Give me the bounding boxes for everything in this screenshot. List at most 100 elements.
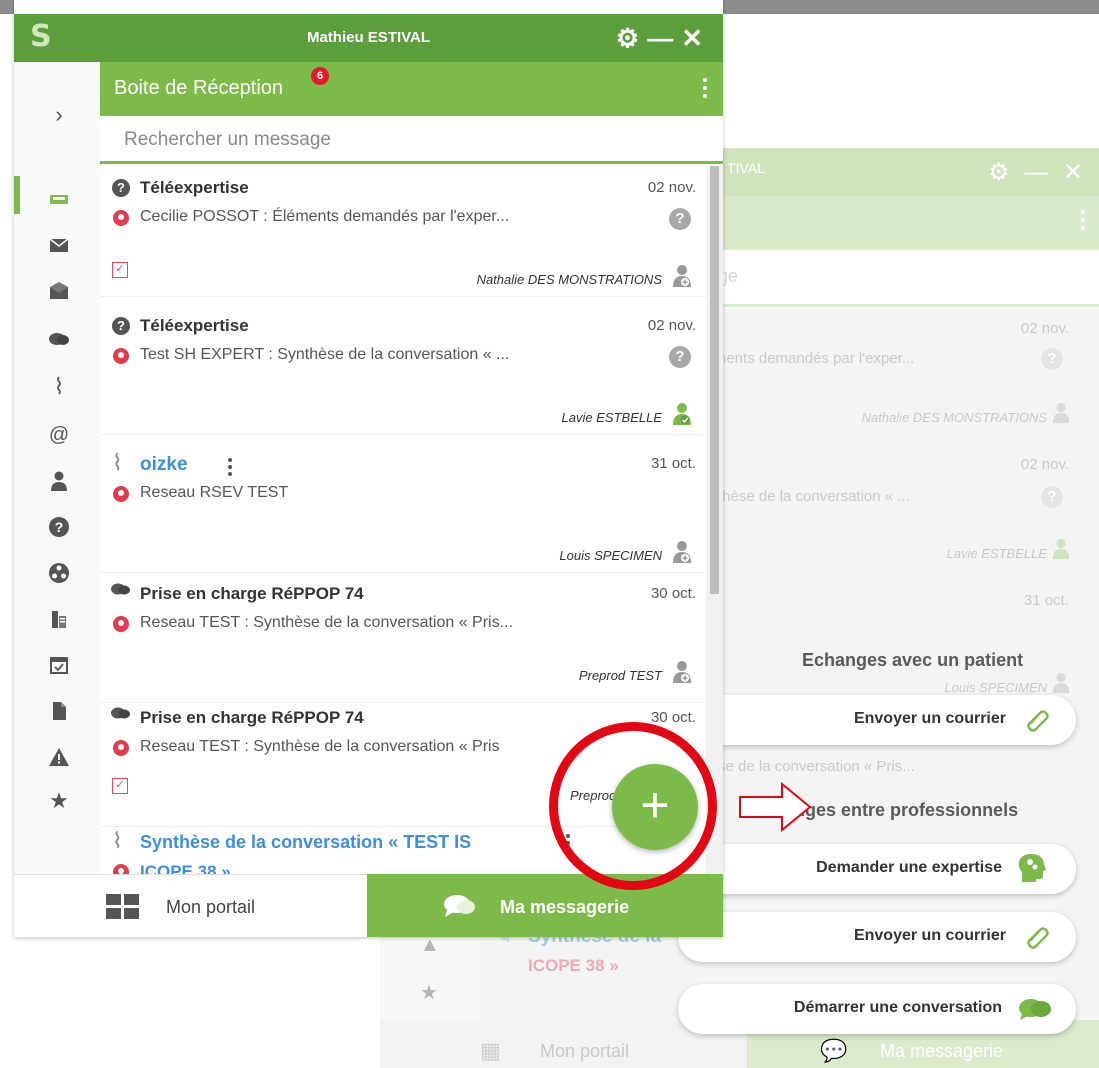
scroll-thumb[interactable] (710, 166, 719, 594)
message-sender: Louis SPECIMEN (559, 548, 662, 563)
message-sender: Nathalie DES MONSTRATIONS (476, 272, 662, 287)
bg-title: TIVAL (727, 160, 765, 176)
brain-head-icon (1018, 854, 1046, 882)
envelope-open-icon[interactable] (48, 280, 70, 302)
list-item[interactable]: ⌇ oizke 31 oct. Reseau RSEV TEST Louis S… (100, 442, 706, 573)
bg-subtitle: thèse de la conversation « ... (718, 488, 910, 505)
message-sender: Lavie ESTBELLE (561, 410, 662, 425)
search-input[interactable] (122, 128, 686, 152)
bg-date: 02 nov. (1020, 456, 1069, 473)
message-title: Prise en charge RéPPOP 74 (140, 708, 364, 727)
message-date: 30 oct. (650, 585, 696, 602)
unread-badge: 6 (311, 67, 329, 85)
network-icon[interactable] (48, 562, 70, 584)
bg-sender: Nathalie DES MONSTRATIONS (861, 410, 1047, 425)
bg-subtitle: nents demandés par l'exper... (718, 350, 915, 367)
group-icon (113, 486, 129, 502)
message-sender: Preprod TEST (578, 668, 662, 683)
list-item[interactable]: ? Téléexpertise 02 nov. Cecilie POSSOT :… (100, 166, 706, 297)
message-date: 30 oct. (650, 709, 696, 726)
message-subtitle: Reseau TEST : Synthèse de la conversatio… (140, 738, 500, 755)
patient-send-mail-button[interactable]: Envoyer un courrier (678, 695, 1076, 745)
question-icon: ? (112, 317, 130, 335)
bg-faded-sub: ICOPE 38 » (528, 956, 619, 975)
message-date: 02 nov. (647, 179, 696, 196)
chevron-right-icon[interactable]: › (48, 104, 70, 126)
bg-window-controls: ⚙ — ✕ (988, 159, 1087, 186)
sidebar: › ⌇ @ ? ★ (14, 62, 101, 874)
group-icon (113, 348, 129, 364)
calendar-check-icon[interactable] (48, 654, 70, 676)
person-pending-icon (673, 661, 691, 683)
envelope-icon[interactable] (48, 234, 70, 256)
bg-star-icon: ★ (420, 982, 438, 1004)
paperclip-icon[interactable]: ⌇ (48, 376, 70, 398)
gear-icon[interactable]: ⚙ (616, 23, 639, 53)
paperclip-icon: ⌇ (112, 450, 123, 475)
at-icon[interactable]: @ (48, 424, 70, 446)
bg-person-icon (1052, 672, 1070, 694)
chat-icon[interactable] (48, 328, 70, 350)
request-expertise-label: Demander une expertise (816, 859, 1002, 876)
list-item[interactable]: Prise en charge RéPPOP 74 30 oct. Reseau… (100, 572, 706, 703)
building-icon[interactable] (48, 608, 70, 630)
paperclip-icon (1027, 927, 1049, 949)
close-icon[interactable]: ✕ (681, 23, 703, 53)
inbox-icon[interactable] (48, 188, 70, 210)
status-question-icon: ? (669, 208, 691, 230)
question-icon: ? (112, 179, 130, 197)
window-controls: ⚙ — ✕ (608, 23, 703, 54)
sidebar-active-indicator (14, 176, 20, 214)
file-icon[interactable] (48, 700, 70, 722)
paperclip-icon (1027, 710, 1049, 732)
window-header: S Mathieu ESTIVAL ⚙ — ✕ (14, 14, 723, 62)
chat-icon (111, 583, 130, 595)
bg-person-icon (1052, 402, 1070, 424)
portail-tab-label[interactable]: Mon portail (166, 897, 255, 918)
scrollbar[interactable] (706, 166, 723, 874)
bg-faded-line: se de la conversation « Pris... (718, 758, 915, 775)
bg-question-icon: ? (1041, 348, 1063, 370)
group-icon (113, 210, 129, 226)
more-vertical-icon[interactable] (703, 78, 707, 102)
group-icon (113, 740, 129, 756)
message-subtitle: Reseau RSEV TEST (140, 484, 289, 501)
paperclip-icon: ⌇ (112, 828, 123, 853)
patient-section-title: Echanges avec un patient (802, 650, 1024, 670)
message-title: Synthèse de la conversation « TEST IS (140, 832, 472, 852)
warning-icon[interactable] (48, 746, 70, 768)
chat-icon (1019, 999, 1051, 1020)
pro-send-mail-button[interactable]: Envoyer un courrier (678, 912, 1076, 962)
inbox-title: Boite de Réception (114, 77, 284, 99)
messagerie-tab-label[interactable]: Ma messagerie (500, 897, 629, 918)
list-item[interactable]: ? Téléexpertise 02 nov. Test SH EXPERT :… (100, 304, 706, 435)
message-date: 31 oct. (650, 455, 696, 472)
message-subtitle: Test SH EXPERT : Synthèse de la conversa… (140, 346, 510, 363)
arrow-right-icon (739, 782, 812, 832)
bg-date: 31 oct. (1023, 592, 1069, 609)
grid-icon[interactable] (106, 894, 140, 920)
star-icon[interactable]: ★ (48, 790, 70, 812)
task-check-icon: ✓ (112, 778, 128, 794)
person-approved-icon (673, 403, 691, 425)
group-icon (113, 864, 129, 874)
bg-warning-icon: ▲ (420, 934, 440, 956)
more-vertical-icon[interactable] (228, 458, 232, 479)
request-expertise-button[interactable]: Demander une expertise (678, 844, 1076, 894)
bg-messagerie-label: Ma messagerie (880, 1041, 1004, 1061)
bg-date: 02 nov. (1020, 320, 1069, 337)
minimize-icon[interactable]: — (647, 23, 673, 53)
message-subtitle: ICOPE 38 » (140, 862, 231, 874)
person-pending-icon (673, 265, 691, 287)
user-icon[interactable] (48, 470, 70, 492)
message-title: Téléexpertise (140, 316, 249, 335)
bg-sender: Louis SPECIMEN (944, 680, 1047, 695)
pro-send-mail-label: Envoyer un courrier (853, 927, 1006, 944)
start-conversation-button[interactable]: Démarrer une conversation (678, 984, 1076, 1034)
question-icon[interactable]: ? (49, 517, 69, 537)
search-bar (100, 116, 723, 164)
bg-portail-label: Mon portail (540, 1041, 630, 1061)
bg-chat-icon: 💬 (820, 1038, 848, 1063)
group-icon (113, 616, 129, 632)
message-subtitle: Reseau TEST : Synthèse de la conversatio… (140, 614, 513, 631)
